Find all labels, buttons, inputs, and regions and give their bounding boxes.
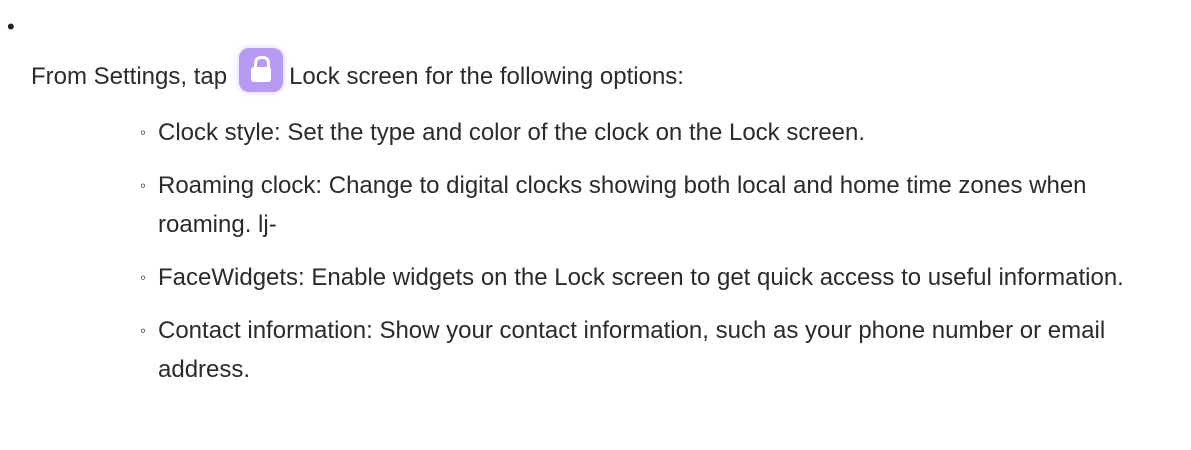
list-marker: ◦ — [140, 321, 147, 340]
list-item: ◦ FaceWidgets: Enable widgets on the Loc… — [140, 258, 1180, 297]
option-text: Roaming clock: Change to digital clocks … — [158, 172, 1087, 238]
list-marker: ◦ — [140, 176, 147, 195]
list-item: ◦ Clock style: Set the type and color of… — [140, 113, 1180, 152]
intro-sentence: From Settings, tap Lock screen for the f… — [31, 48, 684, 96]
intro-text-after: Lock screen for the following options: — [289, 63, 684, 90]
list-item: ◦ Contact information: Show your contact… — [140, 311, 1180, 389]
intro-text-before: From Settings, tap — [31, 63, 228, 90]
options-list: ◦ Clock style: Set the type and color of… — [140, 113, 1180, 403]
option-text: Clock style: Set the type and color of t… — [158, 119, 866, 146]
option-text: Contact information: Show your contact i… — [158, 317, 1106, 383]
list-item: ◦ Roaming clock: Change to digital clock… — [140, 166, 1180, 244]
list-marker: ◦ — [140, 123, 147, 142]
top-level-bullet: • — [7, 14, 15, 39]
list-marker: ◦ — [140, 268, 147, 287]
lock-icon — [239, 48, 284, 92]
option-text: FaceWidgets: Enable widgets on the Lock … — [158, 264, 1124, 291]
